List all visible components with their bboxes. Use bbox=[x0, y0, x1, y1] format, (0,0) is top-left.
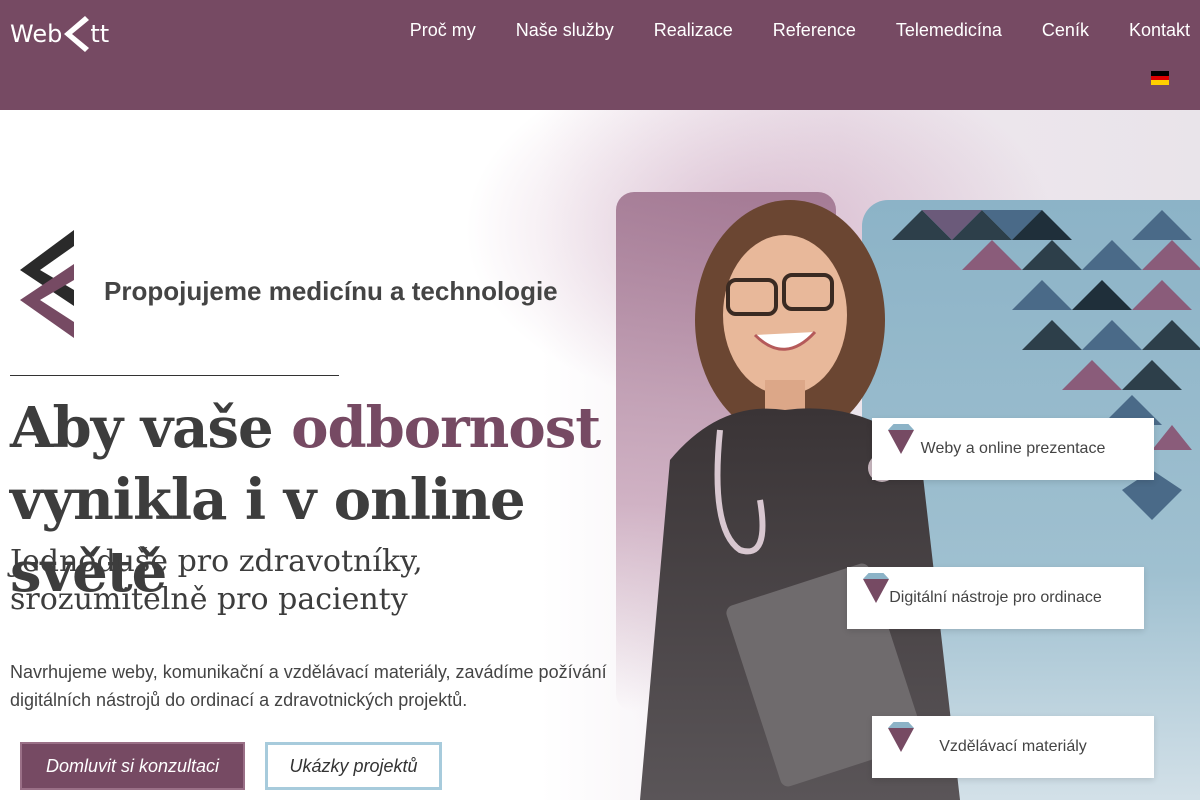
hero-description: Navrhujeme weby, komunikační a vzdělávac… bbox=[10, 662, 607, 710]
subheadline-line2: srozumitelně pro pacienty bbox=[10, 582, 408, 617]
hero-subheadline: Jednoduše pro zdravotníky, srozumitelně … bbox=[10, 543, 530, 619]
german-flag-icon[interactable] bbox=[1151, 71, 1169, 86]
hero-logo-icon bbox=[20, 230, 74, 338]
subheadline-line1: Jednoduše pro zdravotníky, bbox=[10, 544, 423, 579]
nav-item-realizace[interactable]: Realizace bbox=[654, 20, 733, 41]
consultation-button[interactable]: Domluvit si konzultaci bbox=[20, 742, 245, 790]
hero-divider bbox=[10, 375, 339, 376]
feature-label: Vzdělávací materiály bbox=[939, 738, 1087, 755]
logo[interactable]: Web tt bbox=[10, 14, 109, 54]
triangle-icon bbox=[863, 573, 889, 603]
nav-item-nase-sluzby[interactable]: Naše služby bbox=[516, 20, 614, 41]
feature-label: Digitální nástroje pro ordinace bbox=[889, 589, 1102, 606]
nav-item-telemedicina[interactable]: Telemedicína bbox=[896, 20, 1002, 41]
triangle-icon bbox=[888, 722, 914, 752]
site-header: Web tt Proč my Naše služby Realizace Ref… bbox=[0, 0, 1200, 110]
headline-part1: Aby vaše bbox=[10, 395, 292, 461]
nav-item-kontakt[interactable]: Kontakt bbox=[1129, 20, 1190, 41]
nav-item-cenik[interactable]: Ceník bbox=[1042, 20, 1089, 41]
feature-card-web[interactable]: Weby a online prezentace bbox=[872, 418, 1154, 480]
nav-item-proc-my[interactable]: Proč my bbox=[410, 20, 476, 41]
projects-button[interactable]: Ukázky projektů bbox=[265, 742, 442, 790]
triangle-icon bbox=[888, 424, 914, 454]
logo-chevron-icon bbox=[64, 16, 90, 52]
logo-text-left: Web bbox=[10, 20, 63, 48]
feature-label: Weby a online prezentace bbox=[920, 440, 1106, 457]
main-nav: Proč my Naše služby Realizace Reference … bbox=[410, 20, 1190, 41]
nav-item-reference[interactable]: Reference bbox=[773, 20, 856, 41]
feature-card-education[interactable]: Vzdělávací materiály bbox=[872, 716, 1154, 778]
logo-text-right: tt bbox=[90, 20, 110, 48]
headline-accent: odbornost bbox=[291, 395, 601, 461]
hero-tagline: Propojujeme medicínu a technologie bbox=[104, 276, 558, 306]
feature-card-tools[interactable]: Digitální nástroje pro ordinace bbox=[847, 567, 1144, 629]
